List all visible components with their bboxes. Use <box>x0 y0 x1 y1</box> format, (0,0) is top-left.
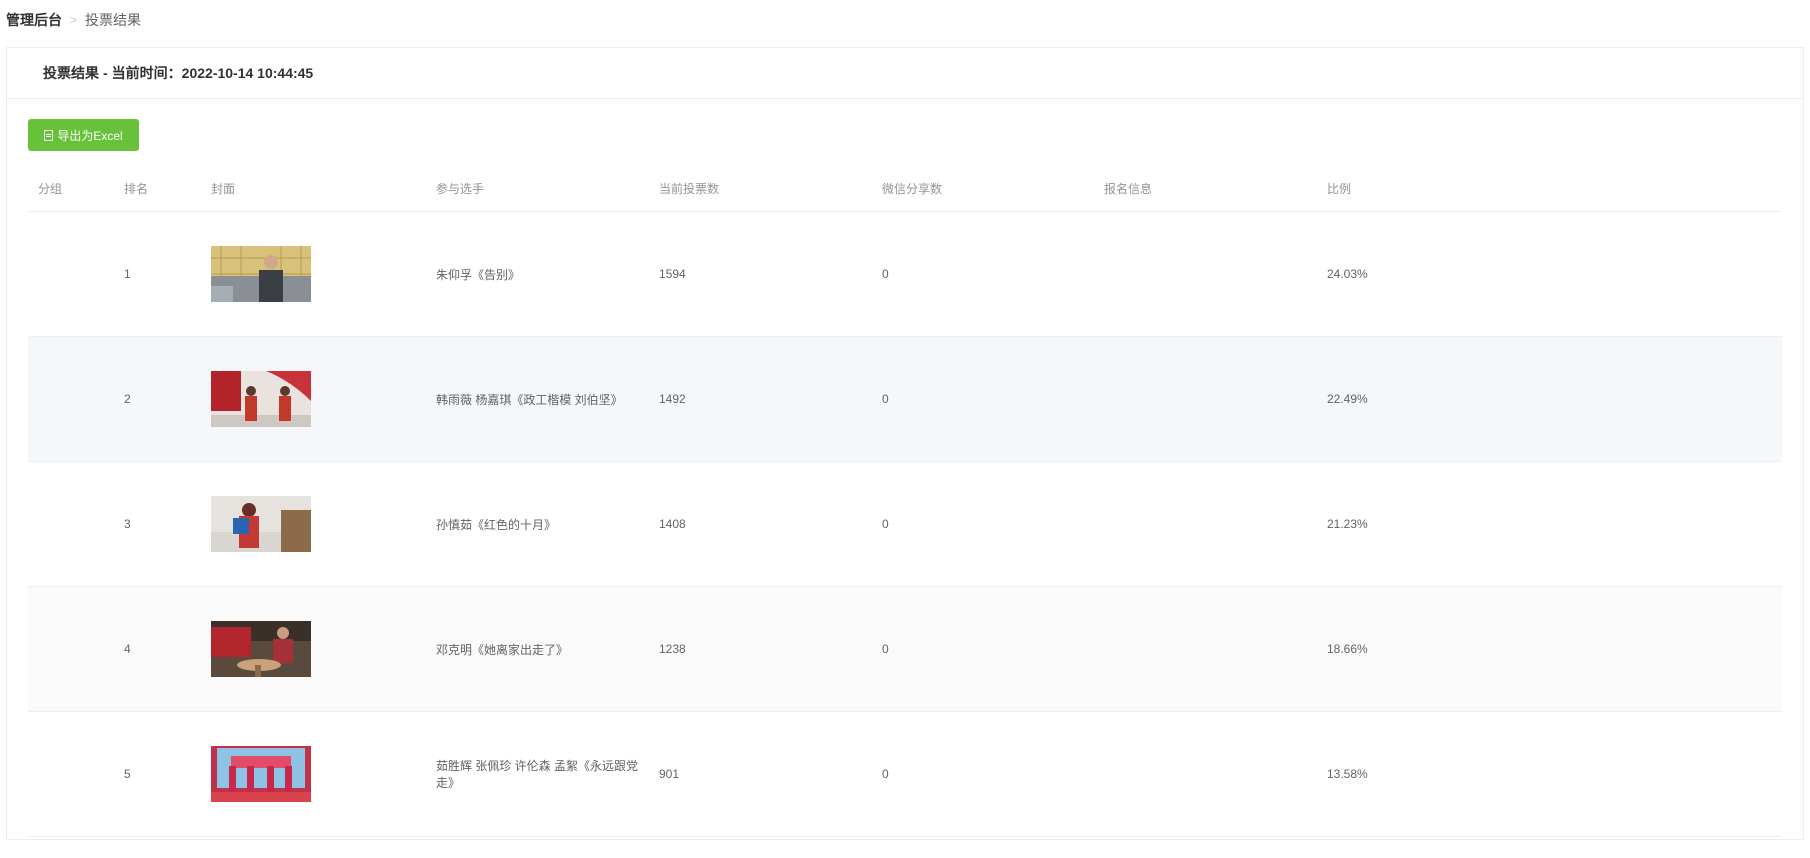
cell-info <box>1094 461 1317 587</box>
cell-votes: 1492 <box>649 336 872 462</box>
column-header-info: 报名信息 <box>1094 165 1317 212</box>
cell-info <box>1094 211 1317 337</box>
cell-player: 朱仰孚《告别》 <box>426 211 649 337</box>
table-header-row: 分组 排名 封面 参与选手 当前投票数 微信分享数 报名信息 比例 <box>28 165 1782 212</box>
cell-group <box>28 711 114 837</box>
card-header: 投票结果 - 当前时间： 2022-10-14 10:44:45 <box>7 48 1803 99</box>
cell-group <box>28 586 114 712</box>
cell-votes: 1594 <box>649 211 872 337</box>
breadcrumb: 管理后台 > 投票结果 <box>6 10 141 30</box>
cover-thumbnail[interactable] <box>211 621 311 677</box>
cell-player: 孙慎茹《红色的十月》 <box>426 461 649 587</box>
column-header-player: 参与选手 <box>426 165 649 212</box>
cell-player: 茹胜辉 张佩珍 许伦森 孟絮《永远跟党走》 <box>426 711 649 837</box>
cell-info <box>1094 336 1317 462</box>
file-excel-icon <box>44 129 54 141</box>
cell-cover <box>201 711 426 837</box>
time-value: 2022-10-14 10:44:45 <box>181 65 314 81</box>
cell-info <box>1094 586 1317 712</box>
cell-shares: 0 <box>872 336 1094 462</box>
cell-shares: 0 <box>872 211 1094 337</box>
cell-shares: 0 <box>872 461 1094 587</box>
cell-votes: 1408 <box>649 461 872 587</box>
cover-thumbnail[interactable] <box>211 371 311 427</box>
cell-rank: 4 <box>114 586 201 712</box>
cell-player: 邓克明《她离家出走了》 <box>426 586 649 712</box>
cell-ratio: 13.58% <box>1317 711 1782 837</box>
table-row: 2 韩雨薇 杨嘉琪《政工楷模 刘伯坚》 1492 0 22.49% <box>28 336 1782 462</box>
export-label: 导出为Excel <box>57 128 123 143</box>
cell-cover <box>201 336 426 462</box>
cell-cover <box>201 461 426 587</box>
cell-shares: 0 <box>872 586 1094 712</box>
column-header-group: 分组 <box>28 165 114 212</box>
cell-ratio: 22.49% <box>1317 336 1782 462</box>
table-row: 3 孙慎茹《红色的十月》 1408 0 21.23% <box>28 461 1782 587</box>
column-header-rank: 排名 <box>114 165 201 212</box>
results-table: 分组 排名 封面 参与选手 当前投票数 微信分享数 报名信息 比例 1 朱仰孚《… <box>28 165 1782 837</box>
cover-thumbnail[interactable] <box>211 246 311 302</box>
cell-ratio: 24.03% <box>1317 211 1782 337</box>
cover-thumbnail[interactable] <box>211 746 311 802</box>
cell-ratio: 18.66% <box>1317 586 1782 712</box>
chevron-right-icon: > <box>70 13 78 27</box>
cell-rank: 2 <box>114 336 201 462</box>
cover-thumbnail[interactable] <box>211 496 311 552</box>
cell-cover <box>201 586 426 712</box>
cell-group <box>28 336 114 462</box>
table-row: 4 邓克明《她离家出走了》 1238 0 18.66% <box>28 586 1782 712</box>
cell-group <box>28 461 114 587</box>
column-header-votes: 当前投票数 <box>649 165 872 212</box>
cell-rank: 1 <box>114 211 201 337</box>
results-card: 投票结果 - 当前时间： 2022-10-14 10:44:45 导出为Exce… <box>6 47 1804 840</box>
breadcrumb-current: 投票结果 <box>85 12 142 28</box>
cell-votes: 1238 <box>649 586 872 712</box>
column-header-ratio: 比例 <box>1317 165 1782 212</box>
cell-info <box>1094 711 1317 837</box>
cell-group <box>28 211 114 337</box>
column-header-cover: 封面 <box>201 165 426 212</box>
table-row: 1 朱仰孚《告别》 1594 0 24.03% <box>28 211 1782 337</box>
cell-ratio: 21.23% <box>1317 461 1782 587</box>
cell-player: 韩雨薇 杨嘉琪《政工楷模 刘伯坚》 <box>426 336 649 462</box>
cell-rank: 5 <box>114 711 201 837</box>
cell-rank: 3 <box>114 461 201 587</box>
cell-votes: 901 <box>649 711 872 837</box>
time-label: 当前时间： <box>111 65 182 81</box>
column-header-shares: 微信分享数 <box>872 165 1094 212</box>
page-title: 投票结果 <box>43 65 99 81</box>
export-excel-button[interactable]: 导出为Excel <box>28 119 139 151</box>
cell-shares: 0 <box>872 711 1094 837</box>
breadcrumb-home[interactable]: 管理后台 <box>6 10 62 30</box>
cell-cover <box>201 211 426 337</box>
table-row: 5 茹胜辉 张佩珍 许伦森 孟絮《永远跟党走》 901 0 13.58% <box>28 711 1782 837</box>
title-separator: - <box>103 65 108 81</box>
